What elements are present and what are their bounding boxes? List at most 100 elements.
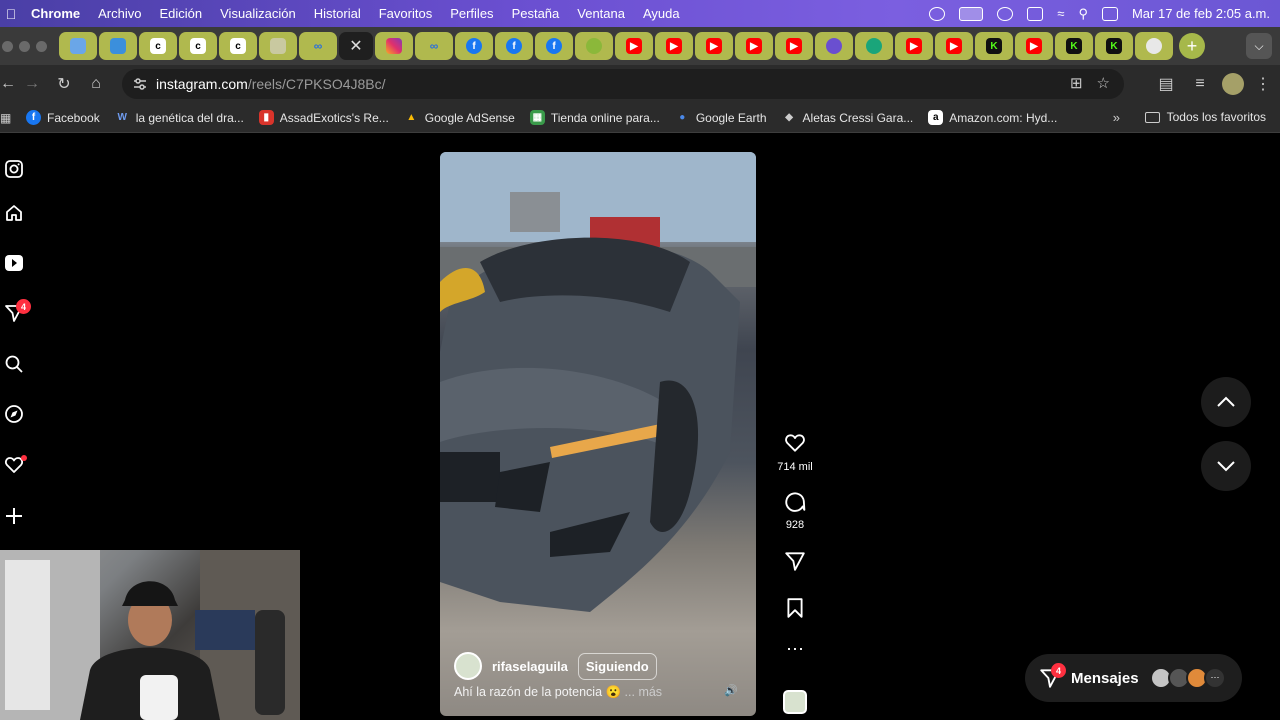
menu-historial[interactable]: Historial (305, 6, 370, 21)
bookmark-item[interactable]: ● Google Earth (675, 110, 766, 125)
tab[interactable] (375, 32, 413, 60)
site-info-icon[interactable] (132, 76, 148, 92)
like-action[interactable]: 714 mil (770, 432, 820, 473)
media-controls-icon[interactable]: ≡ (1188, 69, 1212, 99)
tab[interactable] (855, 32, 893, 60)
tab[interactable]: ▶ (615, 32, 653, 60)
zoom-window-button[interactable] (36, 40, 47, 52)
tab[interactable]: K (975, 32, 1013, 60)
menu-ventana[interactable]: Ventana (568, 6, 634, 21)
kebab-menu-icon[interactable]: ⋮ (1254, 69, 1272, 99)
instagram-logo-icon[interactable] (3, 158, 25, 180)
home-button[interactable]: ⌂ (80, 69, 112, 99)
home-icon[interactable] (3, 202, 25, 224)
caption-more-link[interactable]: ... más (625, 685, 663, 699)
reel-video[interactable]: rifaselaguila Siguiendo Ahí la razón de … (440, 152, 756, 716)
reload-button[interactable]: ↻ (48, 69, 80, 99)
tab[interactable] (1135, 32, 1173, 60)
author-avatar[interactable] (454, 652, 482, 680)
extensions-icon[interactable]: ▤ (1154, 69, 1178, 99)
bookmark-item[interactable]: ▲ Google AdSense (404, 110, 515, 125)
reels-icon[interactable] (3, 252, 25, 274)
tab[interactable]: K (1055, 32, 1093, 60)
following-button[interactable]: Siguiendo (577, 652, 657, 680)
new-tab-button[interactable]: + (1179, 33, 1205, 59)
share-action[interactable] (770, 550, 820, 577)
wifi-icon[interactable]: ≈ (1057, 6, 1064, 21)
menu-edicion[interactable]: Edición (150, 6, 211, 21)
menu-pestana[interactable]: Pestaña (503, 6, 569, 21)
tab[interactable]: ▶ (1015, 32, 1053, 60)
menu-app-name[interactable]: Chrome (22, 6, 89, 21)
all-bookmarks-folder[interactable]: Todos los favoritos (1144, 110, 1266, 124)
tab[interactable]: ∞ (415, 32, 453, 60)
tab[interactable]: f (535, 32, 573, 60)
youtube-icon: ▶ (626, 38, 642, 54)
menu-ayuda[interactable]: Ayuda (634, 6, 689, 21)
facebook-icon: f (26, 110, 41, 125)
back-button[interactable]: ← (0, 69, 16, 99)
bookmark-item[interactable]: ▦ Tienda online para... (529, 110, 660, 125)
next-reel-button[interactable] (1201, 441, 1251, 491)
install-app-icon[interactable]: ⊞ (1070, 74, 1083, 92)
bookmark-item[interactable]: ◆ Aletas Cressi Gara... (782, 110, 913, 125)
meta-icon: ∞ (313, 39, 323, 53)
menu-perfiles[interactable]: Perfiles (441, 6, 502, 21)
previous-reel-button[interactable] (1201, 377, 1251, 427)
bookmark-item[interactable]: a Amazon.com: Hyd... (928, 110, 1057, 125)
tab[interactable]: f (495, 32, 533, 60)
tab[interactable]: ▶ (895, 32, 933, 60)
tab[interactable] (815, 32, 853, 60)
screen-mirror-icon[interactable] (959, 6, 984, 21)
comment-action[interactable]: 928 (770, 490, 820, 531)
tab[interactable]: ∞ (299, 32, 337, 60)
menu-archivo[interactable]: Archivo (89, 6, 150, 21)
bookmark-item[interactable]: Wla genética del dra... (115, 110, 243, 125)
tab-search-button[interactable]: ⌵ (1246, 33, 1272, 59)
control-center-icon[interactable] (1101, 6, 1118, 21)
forward-button[interactable]: → (16, 69, 48, 99)
tab[interactable]: ▶ (935, 32, 973, 60)
tab-active[interactable]: ✕ (339, 32, 373, 60)
tab[interactable] (99, 32, 137, 60)
create-plus-icon[interactable] (3, 505, 25, 527)
bookmark-item[interactable]: ▮ AssadExotics's Re... (258, 110, 389, 125)
author-username[interactable]: rifaselaguila (492, 659, 568, 674)
menu-visualizacion[interactable]: Visualización (211, 6, 305, 21)
tab[interactable]: c (139, 32, 177, 60)
bookmark-star-icon[interactable]: ☆ (1097, 74, 1110, 92)
messages-drawer-button[interactable]: 4 Mensajes ⋯ (1025, 654, 1242, 702)
more-options-action[interactable]: ⋯ (770, 640, 820, 658)
mute-icon[interactable]: 🔊 (724, 684, 738, 697)
status-app-icon[interactable] (929, 6, 946, 21)
tab[interactable]: ▶ (735, 32, 773, 60)
tab[interactable]: ▶ (695, 32, 733, 60)
menu-favoritos[interactable]: Favoritos (370, 6, 441, 21)
tab[interactable]: f (455, 32, 493, 60)
tab[interactable]: ▶ (775, 32, 813, 60)
clock[interactable]: Mar 17 de feb 2:05 a.m. (1132, 6, 1270, 21)
close-tab-icon[interactable]: ✕ (349, 36, 362, 56)
apps-grid-icon[interactable]: ▦ (0, 111, 26, 125)
address-bar[interactable]: instagram.com/reels/C7PKSO4J8Bc/ ⊞ ☆ (122, 69, 1124, 99)
apple-icon[interactable]:  (0, 6, 22, 22)
tab[interactable]: c (179, 32, 217, 60)
tab[interactable] (59, 32, 97, 60)
profile-avatar[interactable] (1222, 73, 1244, 95)
tab[interactable]: c (219, 32, 257, 60)
minimize-window-button[interactable] (19, 40, 30, 52)
save-action[interactable] (770, 597, 820, 624)
spotlight-search-icon[interactable]: ⚲ (1078, 6, 1088, 22)
explore-icon[interactable] (3, 403, 25, 425)
tab[interactable] (259, 32, 297, 60)
more-bookmarks-icon[interactable]: » (1113, 110, 1120, 125)
tab[interactable] (575, 32, 613, 60)
battery-icon[interactable] (1027, 6, 1044, 21)
tab[interactable]: K (1095, 32, 1133, 60)
close-window-button[interactable] (2, 40, 13, 52)
audio-action[interactable] (770, 690, 820, 714)
bookmark-item[interactable]: f Facebook (26, 110, 100, 125)
search-icon[interactable] (3, 353, 25, 375)
play-icon[interactable] (997, 6, 1014, 21)
tab[interactable]: ▶ (655, 32, 693, 60)
